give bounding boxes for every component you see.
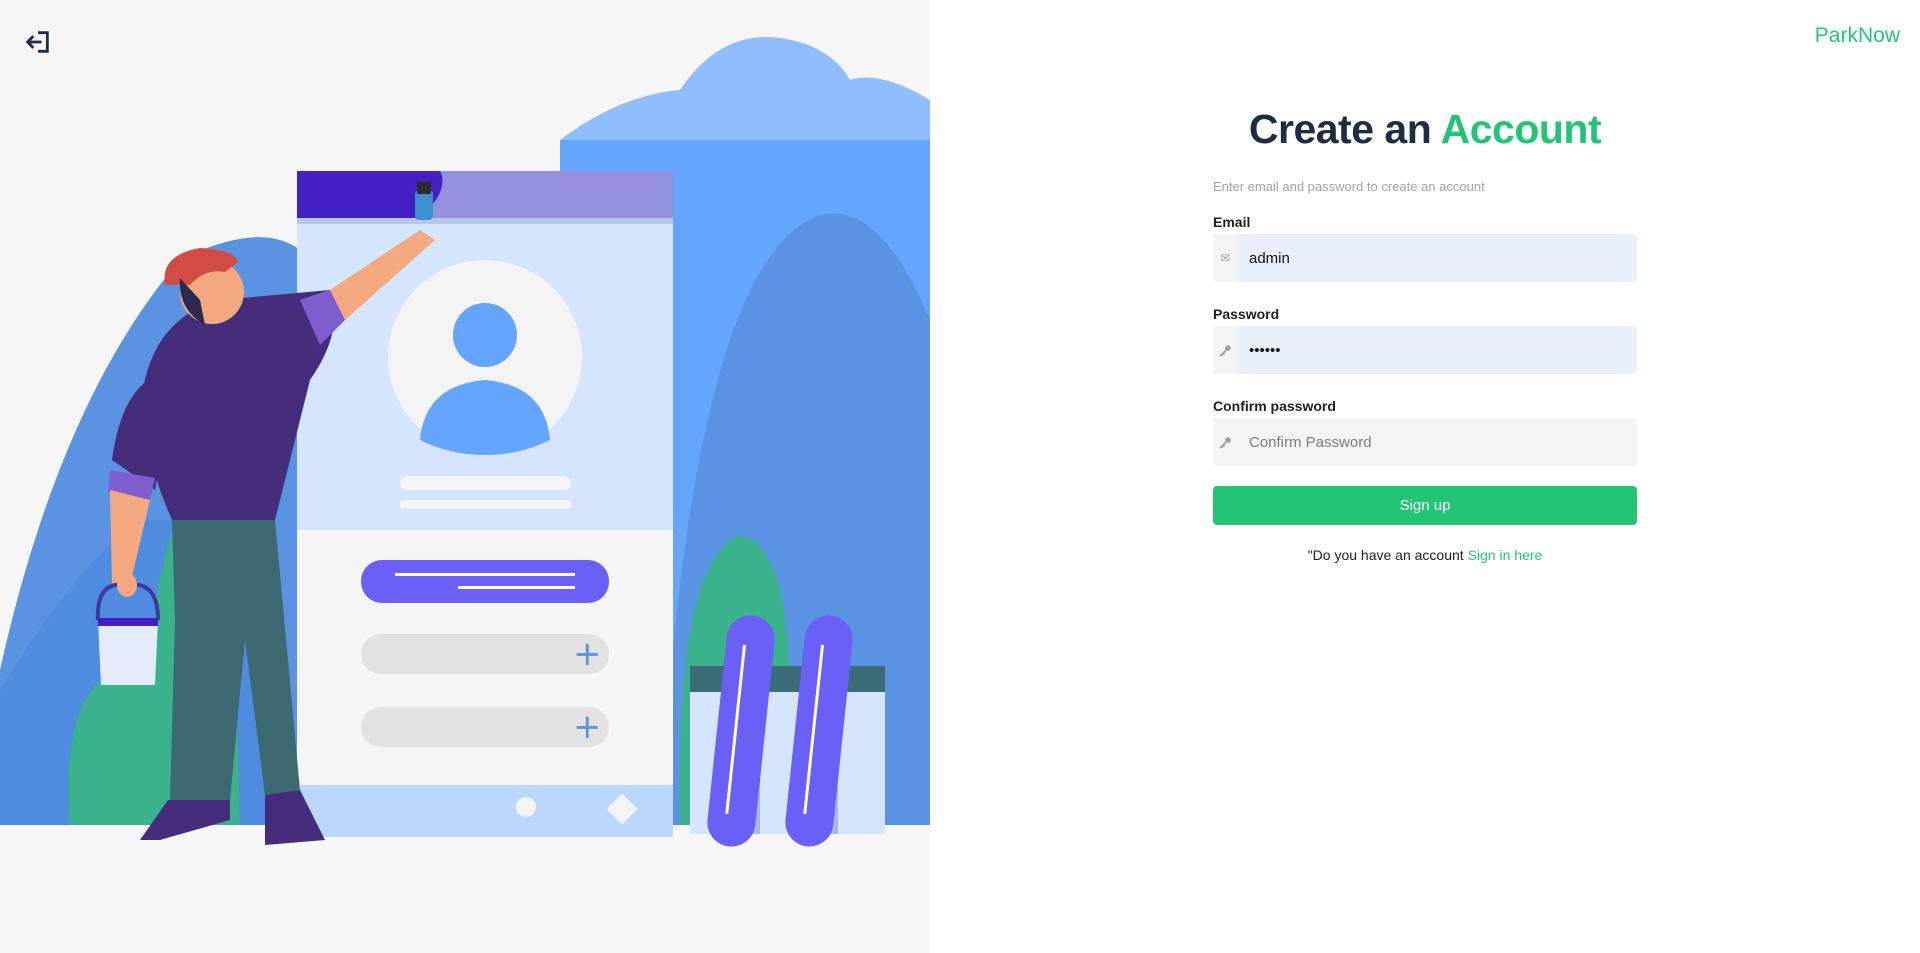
email-label: Email [1213,214,1251,230]
confirm-password-input[interactable]: Confirm Password [1237,418,1637,466]
account-prompt-text: "Do you have an account [1307,547,1464,563]
illustration-panel: + + [0,0,930,953]
confirm-password-field[interactable]: Confirm Password [1213,418,1637,466]
signup-page: + + ParkNow Create an Account Enter emai… [0,0,1920,953]
page-title: Create an Account [1213,106,1637,153]
sign-in-link[interactable]: Sign in here [1468,547,1543,563]
back-icon[interactable] [24,28,56,58]
title-part2: Account [1440,106,1602,152]
email-field[interactable]: ✉ admin [1213,234,1637,282]
key-icon [1213,418,1237,466]
sign-up-button[interactable]: Sign up [1213,486,1637,525]
email-input[interactable]: admin [1237,234,1637,282]
key-icon [1213,326,1237,374]
sign-in-prompt: "Do you have an account Sign in here [1213,547,1637,563]
brand-link[interactable]: ParkNow [1815,24,1900,48]
password-field[interactable]: •••••• [1213,326,1637,374]
password-label: Password [1213,306,1280,322]
signup-form: Create an Account Enter email and passwo… [1213,106,1637,563]
password-input[interactable]: •••••• [1237,326,1637,374]
svg-text:+: + [573,634,602,674]
svg-text:+: + [573,707,602,747]
painter-illustration: + + [0,37,930,847]
log-in-arrow-icon [26,31,49,53]
title-part1: Create an [1248,106,1432,152]
form-subtitle: Enter email and password to create an ac… [1213,179,1485,194]
form-panel: ParkNow Create an Account Enter email an… [930,0,1920,953]
confirm-password-label: Confirm password [1213,398,1336,414]
envelope-icon: ✉ [1213,234,1237,282]
